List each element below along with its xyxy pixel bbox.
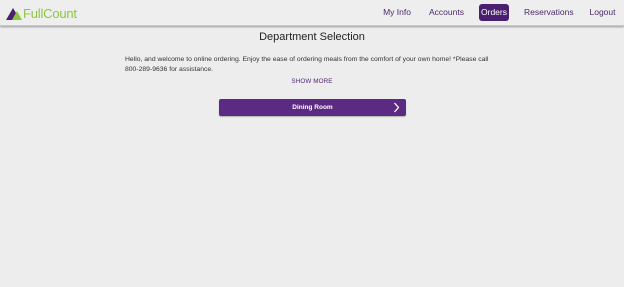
chevron-right-icon: [394, 102, 400, 113]
department-button-dining-room[interactable]: Dining Room: [219, 99, 406, 116]
nav-logout[interactable]: Logout: [587, 4, 618, 21]
nav-orders[interactable]: Orders: [479, 4, 509, 21]
welcome-message: Hello, and welcome to online ordering. E…: [125, 56, 489, 73]
nav-my-info[interactable]: My Info: [380, 4, 414, 21]
logo-mountain-icon: [6, 7, 22, 20]
department-button-label: Dining Room: [292, 104, 333, 111]
page-title: Department Selection: [259, 31, 365, 43]
top-navigation-bar: FullCount My Info Accounts Orders Reserv…: [0, 0, 624, 26]
show-more-link[interactable]: SHOW MORE: [0, 78, 624, 85]
nav-accounts[interactable]: Accounts: [427, 4, 466, 21]
nav-reservations[interactable]: Reservations: [524, 4, 574, 21]
logo-text: FullCount: [23, 5, 77, 21]
fullcount-logo[interactable]: FullCount: [6, 4, 77, 22]
